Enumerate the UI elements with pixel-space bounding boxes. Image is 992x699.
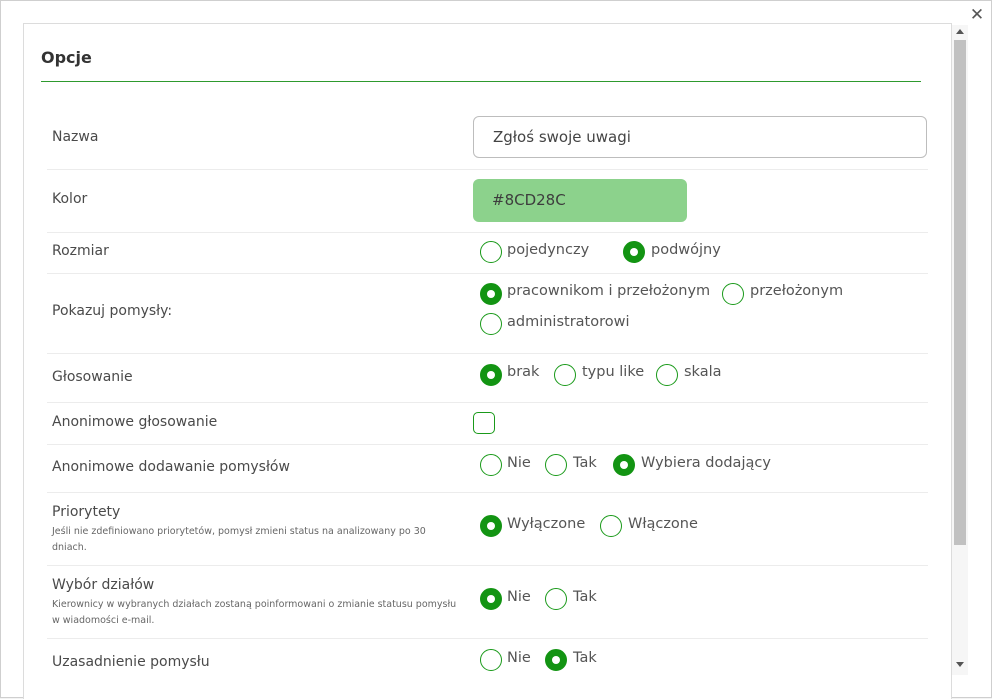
departments-radio-no[interactable] <box>480 588 502 610</box>
departments-option-yes[interactable]: Tak <box>573 589 597 605</box>
size-radio-single[interactable] <box>480 241 502 263</box>
show-ideas-label: Pokazuj pomysły: <box>52 303 173 319</box>
show-ideas-option-admin[interactable]: administratorowi <box>507 314 630 330</box>
row-divider <box>47 444 928 445</box>
title-divider <box>41 81 921 82</box>
anon-adding-radio-yes[interactable] <box>545 454 567 476</box>
justification-option-yes[interactable]: Tak <box>573 650 597 666</box>
departments-option-no[interactable]: Nie <box>507 589 531 605</box>
voting-radio-scale[interactable] <box>656 364 678 386</box>
row-divider <box>47 273 928 274</box>
priorities-radio-off[interactable] <box>480 515 502 537</box>
name-label: Nazwa <box>52 129 99 145</box>
anon-voting-checkbox[interactable] <box>473 412 495 434</box>
anon-adding-option-author[interactable]: Wybiera dodający <box>641 455 771 471</box>
departments-radio-yes[interactable] <box>545 588 567 610</box>
row-divider <box>47 353 928 354</box>
scroll-up-arrow-icon[interactable] <box>956 29 964 34</box>
name-input[interactable]: Zgłoś swoje uwagi <box>473 116 927 158</box>
justification-option-no[interactable]: Nie <box>507 650 531 666</box>
priorities-option-off[interactable]: Wyłączone <box>507 516 585 532</box>
color-input[interactable]: #8CD28C <box>473 179 687 222</box>
scroll-down-arrow-icon[interactable] <box>956 662 964 667</box>
priorities-option-on[interactable]: Włączone <box>628 516 698 532</box>
anon-adding-label: Anonimowe dodawanie pomysłów <box>52 459 290 475</box>
voting-option-scale[interactable]: skala <box>684 364 722 380</box>
anon-adding-radio-author[interactable] <box>613 454 635 476</box>
show-ideas-radio-employees-managers[interactable] <box>480 283 502 305</box>
scrollbar-thumb[interactable] <box>954 40 966 545</box>
justification-radio-yes[interactable] <box>545 649 567 671</box>
row-divider <box>47 232 928 233</box>
row-divider <box>47 638 928 639</box>
priorities-label: Priorytety <box>52 504 121 520</box>
row-divider <box>47 402 928 403</box>
dialog-title: Opcje <box>41 48 92 67</box>
show-ideas-option-managers[interactable]: przełożonym <box>750 283 843 299</box>
size-radio-double[interactable] <box>623 241 645 263</box>
options-dialog: Opcje Nazwa Zgłoś swoje uwagi Kolor #8CD… <box>23 23 952 699</box>
voting-radio-none[interactable] <box>480 364 502 386</box>
justification-label: Uzasadnienie pomysłu <box>52 654 210 670</box>
anon-voting-label: Anonimowe głosowanie <box>52 414 218 430</box>
priorities-radio-on[interactable] <box>600 515 622 537</box>
close-icon[interactable]: ✕ <box>967 5 987 25</box>
departments-hint: Kierownicy w wybranych działach zostaną … <box>52 599 457 626</box>
show-ideas-radio-admin[interactable] <box>480 313 502 335</box>
voting-label: Głosowanie <box>52 369 133 385</box>
size-option-double[interactable]: podwójny <box>651 242 721 258</box>
justification-radio-no[interactable] <box>480 649 502 671</box>
voting-option-none[interactable]: brak <box>507 364 539 380</box>
anon-adding-option-yes[interactable]: Tak <box>573 455 597 471</box>
anon-adding-option-no[interactable]: Nie <box>507 455 531 471</box>
voting-radio-like[interactable] <box>554 364 576 386</box>
voting-option-like[interactable]: typu like <box>582 364 644 380</box>
anon-adding-radio-no[interactable] <box>480 454 502 476</box>
row-divider <box>47 492 928 493</box>
size-label: Rozmiar <box>52 243 109 259</box>
departments-label: Wybór działów <box>52 577 155 593</box>
color-label: Kolor <box>52 191 88 207</box>
show-ideas-radio-managers[interactable] <box>722 283 744 305</box>
size-option-single[interactable]: pojedynczy <box>507 242 589 258</box>
priorities-hint: Jeśli nie zdefiniowano priorytetów, pomy… <box>52 526 426 553</box>
row-divider <box>47 565 928 566</box>
row-divider <box>47 169 928 170</box>
vertical-scrollbar[interactable] <box>952 25 968 675</box>
show-ideas-option-employees-managers[interactable]: pracownikom i przełożonym <box>507 283 710 299</box>
